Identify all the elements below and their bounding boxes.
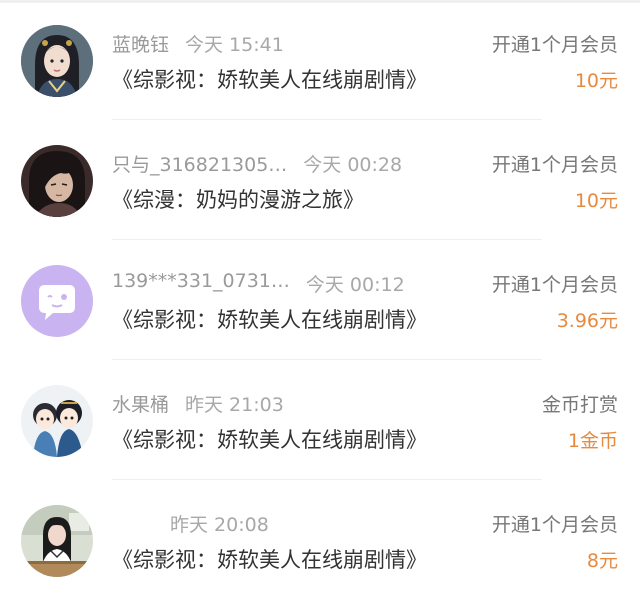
user-meta: 只与_316821305… 今天 00:28 — [112, 150, 472, 178]
book-title[interactable]: 《综影视：娇软美人在线崩剧情》 — [112, 544, 427, 574]
list-item[interactable]: 水果桶 昨天 21:03 金币打赏 《综影视：娇软美人在线崩剧情》 1金币 — [0, 360, 640, 480]
reward-type: 开通1个月会员 — [491, 514, 618, 536]
username[interactable]: 水果桶 — [112, 390, 169, 417]
avatar-cartoon-couple-icon[interactable] — [21, 385, 93, 457]
reward-amount: 3.96元 — [556, 310, 618, 332]
book-title[interactable]: 《综影视：娇软美人在线崩剧情》 — [112, 424, 427, 454]
reward-type: 开通1个月会员 — [491, 34, 618, 56]
avatar-default-chat-icon[interactable] — [21, 265, 93, 337]
list-item[interactable]: 139***331_0731… 今天 00:12 开通1个月会员 《综影视：娇软美… — [0, 240, 640, 360]
list-item[interactable]: 昨天 20:08 开通1个月会员 《综影视：娇软美人在线崩剧情》 8元 — [0, 480, 640, 600]
timestamp: 昨天 21:03 — [185, 394, 284, 416]
reward-amount: 1金币 — [567, 430, 618, 452]
username[interactable]: 蓝晚钰 — [112, 30, 169, 57]
timestamp: 今天 00:28 — [303, 154, 403, 176]
user-meta: 139***331_0731… 今天 00:12 — [112, 270, 472, 298]
user-meta: 蓝晚钰 今天 15:41 — [112, 30, 472, 58]
list-item[interactable]: 只与_316821305… 今天 00:28 开通1个月会员 《综漫：奶妈的漫游之… — [0, 120, 640, 240]
username[interactable]: 只与_316821305… — [112, 150, 287, 177]
timestamp: 今天 00:12 — [305, 274, 405, 296]
timestamp: 今天 15:41 — [185, 34, 284, 56]
avatar-anime-boy-dark-icon[interactable] — [21, 145, 93, 217]
reward-type: 开通1个月会员 — [491, 274, 618, 296]
username[interactable]: 139***331_0731… — [112, 270, 290, 292]
user-meta: 水果桶 昨天 21:03 — [112, 390, 472, 418]
list-item[interactable]: 蓝晚钰 今天 15:41 开通1个月会员 《综影视：娇软美人在线崩剧情》 10元 — [0, 0, 640, 120]
reward-amount: 10元 — [574, 190, 618, 212]
reward-list: 蓝晚钰 今天 15:41 开通1个月会员 《综影视：娇软美人在线崩剧情》 10元 … — [0, 0, 640, 600]
book-title[interactable]: 《综影视：娇软美人在线崩剧情》 — [112, 304, 427, 334]
reward-amount: 10元 — [574, 70, 618, 92]
user-meta: 昨天 20:08 — [112, 510, 472, 538]
reward-type: 开通1个月会员 — [491, 154, 618, 176]
avatar-classroom-girl-icon[interactable] — [21, 505, 93, 577]
book-title[interactable]: 《综影视：娇软美人在线崩剧情》 — [112, 64, 427, 94]
avatar-anime-girl-icon[interactable] — [21, 25, 93, 97]
book-title[interactable]: 《综漫：奶妈的漫游之旅》 — [112, 184, 364, 214]
reward-amount: 8元 — [586, 550, 618, 572]
reward-type: 金币打赏 — [541, 394, 618, 416]
timestamp: 昨天 20:08 — [170, 514, 269, 536]
